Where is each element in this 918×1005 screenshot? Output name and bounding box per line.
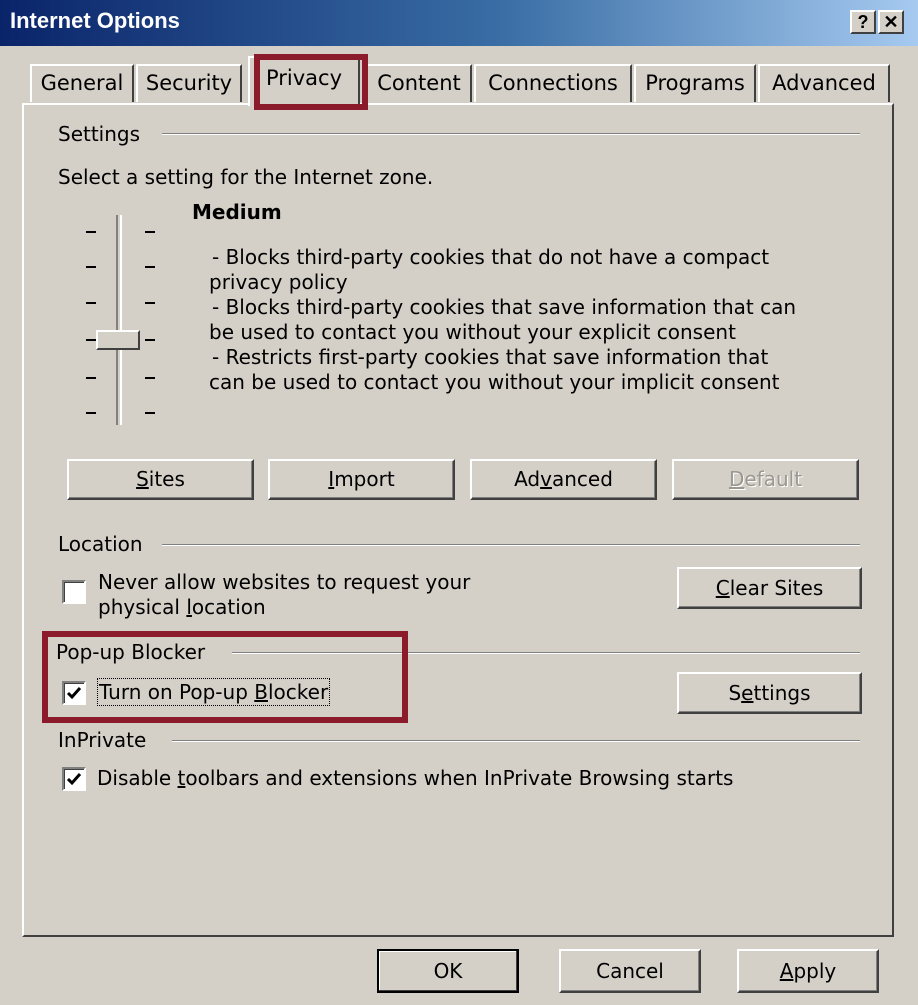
location-label-rest: ocation — [191, 595, 266, 619]
description-line: - Restricts first-party cookies that sav… — [212, 345, 769, 369]
close-button[interactable]: ✕ — [878, 10, 904, 34]
slider-tick — [145, 302, 155, 304]
never-allow-location-label[interactable]: Never allow websites to request your phy… — [98, 570, 470, 620]
slider-tick — [145, 377, 155, 379]
location-group-header: Location — [58, 532, 143, 556]
default-button[interactable]: Default — [672, 459, 859, 500]
checkmark-icon — [66, 773, 82, 786]
title-bar[interactable]: Internet Options ? ✕ — [0, 0, 918, 46]
inprivate-label-pre: Disable — [97, 766, 178, 790]
sites-hotkey: S — [136, 467, 149, 491]
clear-sites-label: lear Sites — [729, 576, 824, 600]
import-label: mport — [334, 467, 395, 491]
popup-blocker-group-divider — [232, 652, 860, 654]
inprivate-group-divider — [172, 740, 860, 742]
description-line: - Blocks third-party cookies that save i… — [212, 295, 797, 319]
popup-hotkey: B — [254, 680, 268, 704]
description-line: privacy policy — [209, 270, 348, 294]
disable-toolbars-checkbox[interactable] — [62, 767, 86, 791]
slider-tick — [145, 339, 155, 341]
default-label: efault — [744, 467, 803, 491]
slider-tick — [86, 339, 96, 341]
cancel-button[interactable]: Cancel — [559, 949, 701, 993]
slider-tick — [86, 412, 96, 414]
slider-tick — [145, 231, 155, 233]
description-line: be used to contact you without your expl… — [209, 320, 736, 344]
popup-settings-hotkey: e — [741, 681, 754, 705]
popup-settings-button[interactable]: Settings — [677, 672, 862, 714]
import-button[interactable]: Import — [268, 459, 455, 500]
privacy-level-slider-track[interactable] — [116, 215, 122, 425]
advanced-hotkey: v — [540, 467, 552, 491]
apply-hotkey: A — [779, 959, 794, 983]
privacy-level-slider-thumb[interactable] — [96, 330, 140, 350]
location-label-pre: physical — [98, 595, 187, 619]
ok-button[interactable]: OK — [377, 949, 519, 993]
sites-button[interactable]: Sites — [67, 459, 254, 500]
location-group-divider — [162, 544, 860, 546]
description-line: - Blocks third-party cookies that do not… — [212, 245, 770, 269]
clear-sites-hotkey: C — [715, 576, 730, 600]
slider-tick — [86, 266, 96, 268]
window-title: Internet Options — [10, 8, 180, 33]
slider-tick — [86, 302, 96, 304]
popup-settings-label: ttings — [753, 681, 811, 705]
location-label-line1: Never allow websites to request your — [98, 570, 471, 594]
advanced-label-pre: Ad — [514, 467, 541, 491]
zone-instruction: Select a setting for the Internet zone. — [58, 165, 434, 189]
sites-label: ites — [148, 467, 185, 491]
advanced-button[interactable]: Advanced — [470, 459, 657, 500]
tab-content[interactable]: Content — [366, 64, 472, 102]
apply-button[interactable]: Apply — [737, 949, 879, 993]
slider-tick — [145, 412, 155, 414]
apply-label: pply — [793, 959, 837, 983]
slider-tick — [86, 377, 96, 379]
clear-sites-button[interactable]: Clear Sites — [677, 567, 862, 609]
privacy-level-name: Medium — [192, 200, 282, 224]
slider-tick — [86, 231, 96, 233]
checkmark-icon — [66, 687, 82, 700]
help-button[interactable]: ? — [850, 10, 876, 34]
tab-connections[interactable]: Connections — [474, 64, 632, 102]
popup-blocker-label[interactable]: Turn on Pop-up Blocker — [96, 678, 331, 706]
settings-group-header: Settings — [58, 122, 141, 146]
popup-blocker-checkbox[interactable] — [62, 681, 86, 705]
tab-advanced[interactable]: Advanced — [758, 64, 890, 102]
tab-strip: General Security Privacy Content Connect… — [0, 50, 918, 106]
tab-security[interactable]: Security — [136, 64, 242, 102]
inprivate-group-header: InPrivate — [58, 728, 147, 752]
tab-general[interactable]: General — [30, 64, 134, 102]
disable-toolbars-label[interactable]: Disable toolbars and extensions when InP… — [97, 766, 733, 790]
settings-group-divider — [162, 133, 860, 135]
inprivate-label-rest: oolbars and extensions when InPrivate Br… — [185, 766, 734, 790]
popup-label-pre: Turn on Pop-up — [99, 680, 255, 704]
close-icon: ✕ — [883, 12, 899, 32]
description-line: can be used to contact you without your … — [209, 370, 780, 394]
privacy-panel — [22, 103, 894, 937]
popup-settings-pre: S — [728, 681, 742, 705]
popup-label-rest: locker — [268, 680, 329, 704]
slider-tick — [145, 266, 155, 268]
tab-privacy[interactable]: Privacy — [248, 56, 360, 106]
internet-options-dialog: Internet Options ? ✕ General Security Pr… — [0, 0, 918, 1005]
popup-blocker-group-header: Pop-up Blocker — [56, 640, 206, 664]
privacy-level-description: - Blocks third-party cookies that do not… — [209, 245, 796, 395]
never-allow-location-checkbox[interactable] — [62, 580, 86, 604]
tab-programs[interactable]: Programs — [634, 64, 756, 102]
default-hotkey: D — [728, 467, 745, 491]
location-label-line2: physical location — [98, 595, 470, 620]
advanced-label: anced — [551, 467, 613, 491]
